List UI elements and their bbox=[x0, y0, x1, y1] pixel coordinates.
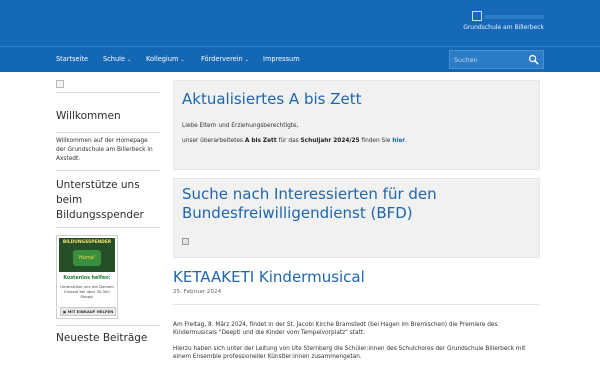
text-bold: Schuljahr 2024/25 bbox=[300, 138, 360, 144]
post-paragraph-2: Hierzu haben sich unter der Leitung von … bbox=[173, 346, 526, 360]
nav-item-startseite[interactable]: Startseite bbox=[56, 47, 88, 72]
broken-image-icon bbox=[472, 11, 482, 21]
chevron-down-icon: ⌄ bbox=[244, 57, 249, 63]
divider bbox=[56, 227, 160, 228]
announcement-greeting: Liebe Eltern und Erziehungsberechtigte, bbox=[182, 123, 299, 129]
search-box bbox=[449, 50, 544, 69]
text-bold: A bis Zett bbox=[244, 138, 277, 144]
announcement-title[interactable]: Aktualisiertes A bis Zett bbox=[182, 90, 531, 109]
text-segment: finden Sie bbox=[359, 138, 393, 144]
divider bbox=[56, 92, 160, 93]
announcement-box-a-bis-zett: Aktualisiertes A bis Zett Liebe Eltern u… bbox=[173, 80, 540, 170]
widget-title-welcome: Willkommen bbox=[56, 110, 121, 122]
nav-item-label: Kollegium bbox=[146, 55, 179, 63]
hier-link[interactable]: hier bbox=[392, 138, 405, 144]
nav-item-impressum[interactable]: Impressum bbox=[263, 47, 300, 72]
banner-chalkboard: BILDUNGSSPENDER Hurra! bbox=[59, 238, 115, 272]
divider bbox=[173, 304, 540, 305]
post-title[interactable]: KETAAKETI Kindermusical bbox=[173, 268, 540, 287]
banner-badge: Hurra! bbox=[73, 250, 101, 266]
text-segment: für das bbox=[276, 138, 301, 144]
announcement-title[interactable]: Suche nach Interessierten für den Bundes… bbox=[182, 185, 531, 223]
post-article: KETAAKETI Kindermusical 25. Februar 2024… bbox=[173, 268, 540, 361]
widget-title-support: Unterstütze uns beim Bildungsspender bbox=[56, 179, 144, 221]
main-navigation: Startseite Schule ⌄ Kollegium ⌄ Fördervere… bbox=[0, 46, 600, 72]
broken-image-icon bbox=[182, 238, 189, 245]
nav-item-label: Förderverein bbox=[201, 55, 243, 63]
welcome-text: Willkommen auf der Homepage der Grundsch… bbox=[56, 138, 153, 162]
announcement-body: unser überarbeitetes A bis Zett für das … bbox=[182, 137, 531, 145]
chevron-down-icon: ⌄ bbox=[180, 57, 185, 63]
nav-item-kollegium[interactable]: Kollegium ⌄ bbox=[146, 47, 185, 72]
search-input[interactable] bbox=[450, 51, 526, 68]
sidebar: Willkommen Willkommen auf der Homepage d… bbox=[56, 80, 160, 346]
nav-item-schule[interactable]: Schule ⌄ bbox=[103, 47, 131, 72]
widget-title-recent: Neueste Beiträge bbox=[56, 332, 148, 344]
text-segment: . bbox=[405, 138, 407, 144]
text-segment: unser überarbeitetes bbox=[182, 138, 245, 144]
chevron-down-icon: ⌄ bbox=[127, 57, 132, 63]
banner-text: Unterstütze uns mit Deinem Einkauf bei ü… bbox=[60, 284, 114, 299]
nav-item-foerderverein[interactable]: Förderverein ⌄ bbox=[201, 47, 249, 72]
logo-alt-text bbox=[484, 15, 544, 19]
banner-button[interactable]: ▣ MIT EINKAUF HELFEN bbox=[60, 307, 116, 316]
main-content: Aktualisiertes A bis Zett Liebe Eltern u… bbox=[173, 80, 540, 361]
announcement-box-bfd: Suche nach Interessierten für den Bundes… bbox=[173, 178, 540, 258]
banner-button-label: MIT EINKAUF HELFEN bbox=[67, 309, 114, 314]
bildungsspender-banner[interactable]: BILDUNGSSPENDER Hurra! Kostenlos helfen:… bbox=[56, 235, 118, 319]
cart-icon: ▣ bbox=[62, 309, 67, 314]
nav-item-label: Schule bbox=[103, 55, 126, 63]
post-paragraph-1: Am Freitag, 8. März 2024, findet in der … bbox=[173, 322, 498, 336]
divider bbox=[56, 325, 160, 326]
search-icon[interactable] bbox=[528, 54, 539, 65]
nav-item-label: Impressum bbox=[263, 55, 300, 63]
banner-title: BILDUNGSSPENDER bbox=[62, 240, 112, 245]
divider bbox=[56, 132, 160, 133]
site-tagline: Grundschule am Billerbeck bbox=[463, 24, 544, 31]
post-date[interactable]: 25. Februar 2024 bbox=[173, 289, 540, 295]
divider bbox=[56, 170, 160, 171]
nav-item-label: Startseite bbox=[56, 55, 89, 63]
banner-headline: Kostenlos helfen: bbox=[63, 276, 111, 281]
site-header: Grundschule am Billerbeck bbox=[0, 0, 600, 46]
broken-image-icon bbox=[56, 80, 64, 88]
